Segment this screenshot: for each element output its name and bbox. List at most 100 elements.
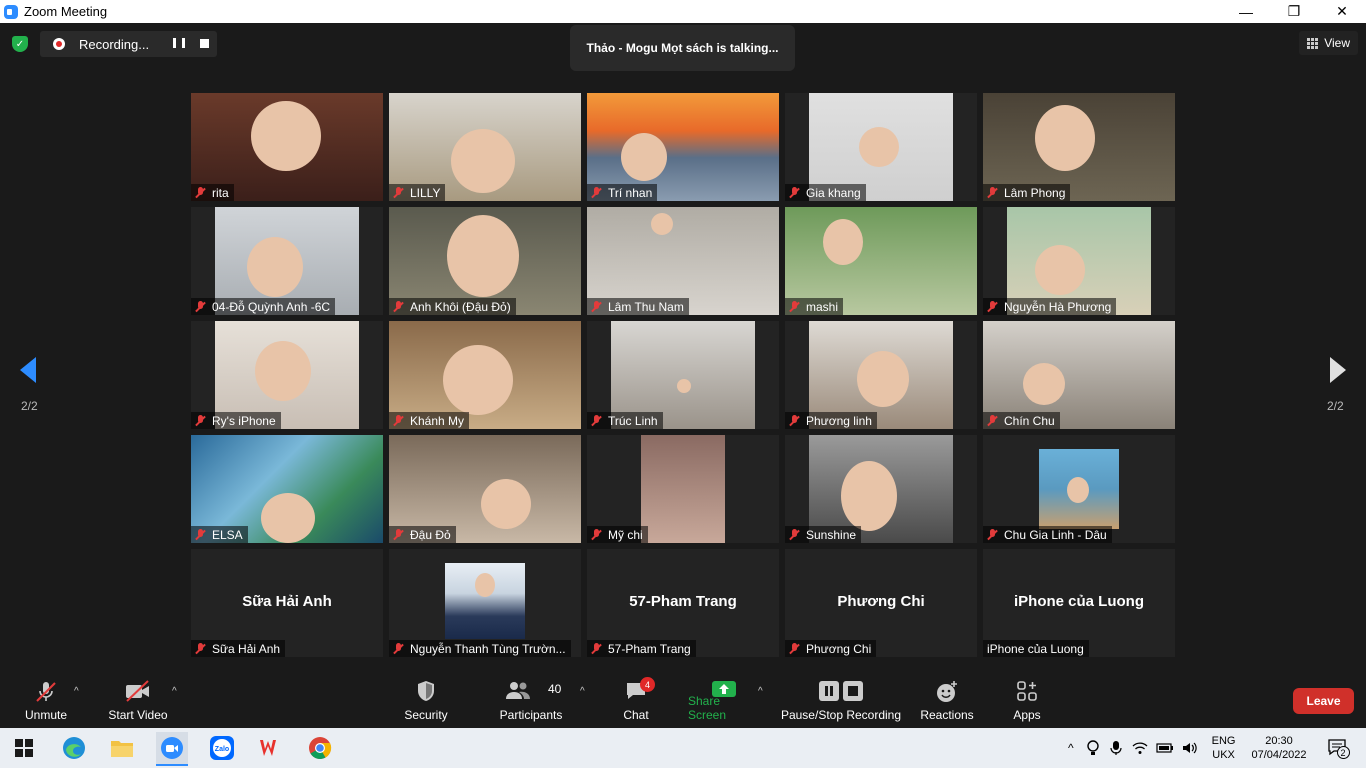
- participant-face: [1067, 477, 1089, 503]
- zoom-taskbar-icon[interactable]: [156, 732, 188, 766]
- close-button[interactable]: ✕: [1318, 0, 1366, 23]
- participant-face: [857, 351, 909, 407]
- participant-face: [1035, 245, 1085, 295]
- share-screen-button[interactable]: Share Screen: [688, 674, 760, 728]
- participants-chevron-icon[interactable]: ^: [580, 686, 585, 697]
- pause-stop-recording-button[interactable]: Pause/Stop Recording: [780, 674, 902, 728]
- participant-tile[interactable]: Khánh My: [389, 321, 581, 429]
- participant-face: [677, 379, 691, 393]
- notification-center-icon[interactable]: 2: [1327, 738, 1350, 759]
- microphone-muted-icon: [36, 682, 56, 702]
- participant-tile[interactable]: Chín Chu: [983, 321, 1175, 429]
- participant-tile[interactable]: Ry's iPhone: [191, 321, 383, 429]
- share-options-chevron-icon[interactable]: ^: [758, 686, 763, 697]
- microphone-tray-icon[interactable]: [1110, 740, 1122, 756]
- start-video-label: Start Video: [108, 708, 168, 722]
- video-options-chevron-icon[interactable]: ^: [172, 686, 177, 697]
- stop-recording-icon[interactable]: [200, 39, 209, 48]
- participant-name-label: LILLY: [389, 184, 446, 201]
- participant-tile[interactable]: Anh Khôi (Đậu Đỏ): [389, 207, 581, 315]
- meeting-stage: ✓ Recording... Thảo - Mogu Mọt sách is t…: [0, 23, 1366, 674]
- participant-tile[interactable]: Sunshine: [785, 435, 977, 543]
- participant-tile[interactable]: Nguyễn Hà Phương: [983, 207, 1175, 315]
- participant-name-label: Anh Khôi (Đậu Đỏ): [389, 298, 516, 315]
- participant-name: Phương linh: [806, 413, 872, 428]
- participants-button[interactable]: 40 Participants: [498, 674, 564, 728]
- restore-button[interactable]: ❐: [1270, 0, 1318, 23]
- security-button[interactable]: Security: [398, 674, 454, 728]
- reactions-button[interactable]: Reactions: [918, 674, 976, 728]
- wps-office-icon[interactable]: [254, 732, 286, 764]
- muted-microphone-icon: [393, 529, 404, 540]
- participant-tile[interactable]: Lâm Thu Nam: [587, 207, 779, 315]
- participant-tile[interactable]: Sữa Hải Anh Sữa Hải Anh: [191, 549, 383, 657]
- participant-tile[interactable]: iPhone của Luong iPhone của Luong: [983, 549, 1175, 657]
- language-bottom: UKX: [1212, 749, 1235, 761]
- muted-microphone-icon: [195, 415, 206, 426]
- participant-name-label: Trúc Linh: [587, 412, 663, 429]
- audio-options-chevron-icon[interactable]: ^: [74, 686, 79, 697]
- participant-name: Chu Gia Linh - Dâu: [1004, 527, 1107, 542]
- apps-label: Apps: [1013, 708, 1041, 722]
- participant-tile[interactable]: Lâm Phong: [983, 93, 1175, 201]
- apps-icon: [1017, 681, 1037, 701]
- clock[interactable]: 20:30 07/04/2022: [1251, 734, 1306, 762]
- participant-name: iPhone của Luong: [987, 641, 1084, 656]
- clock-date: 07/04/2022: [1251, 749, 1307, 761]
- zalo-icon[interactable]: Zalo: [206, 732, 238, 764]
- participant-tile[interactable]: Trúc Linh: [587, 321, 779, 429]
- leave-button[interactable]: Leave: [1293, 688, 1354, 714]
- participant-face: [247, 237, 303, 297]
- file-explorer-icon[interactable]: [106, 732, 138, 764]
- start-video-button[interactable]: Start Video: [104, 674, 172, 728]
- view-button[interactable]: View: [1299, 31, 1358, 55]
- participant-tile[interactable]: Trí nhan: [587, 93, 779, 201]
- participant-name: Anh Khôi (Đậu Đỏ): [410, 299, 511, 314]
- previous-page-arrow-icon[interactable]: [20, 357, 36, 383]
- participant-tile[interactable]: Đậu Đỏ: [389, 435, 581, 543]
- chrome-browser-icon[interactable]: [304, 732, 336, 764]
- webcam-tray-icon[interactable]: [1086, 740, 1100, 756]
- apps-button[interactable]: Apps: [1006, 674, 1048, 728]
- participant-name: Lâm Phong: [1004, 185, 1066, 200]
- participant-tile[interactable]: mashi: [785, 207, 977, 315]
- chat-label: Chat: [623, 708, 649, 722]
- battery-tray-icon[interactable]: [1156, 742, 1174, 754]
- participant-tile[interactable]: Mỹ chi: [587, 435, 779, 543]
- participant-name-label: Lâm Phong: [983, 184, 1071, 201]
- participant-tile[interactable]: rita: [191, 93, 383, 201]
- participant-tile[interactable]: Phương Chi Phương Chi: [785, 549, 977, 657]
- recording-indicator: Recording...: [40, 31, 217, 57]
- language-indicator[interactable]: ENG UKX: [1212, 734, 1236, 762]
- show-hidden-icons-chevron-icon[interactable]: ^: [1068, 741, 1074, 755]
- muted-microphone-icon: [591, 301, 602, 312]
- participant-tile[interactable]: ELSA: [191, 435, 383, 543]
- participant-tile[interactable]: Chu Gia Linh - Dâu: [983, 435, 1175, 543]
- wifi-tray-icon[interactable]: [1132, 741, 1148, 755]
- participant-tile[interactable]: 04-Đỗ Quỳnh Anh -6C: [191, 207, 383, 315]
- participant-tile[interactable]: Nguyễn Thanh Tùng Trườn...: [389, 549, 581, 657]
- participant-name: Chín Chu: [1004, 413, 1055, 428]
- muted-microphone-icon: [789, 415, 800, 426]
- participant-name-label: mashi: [785, 298, 844, 315]
- unmute-button[interactable]: Unmute: [18, 674, 74, 728]
- pause-recording-icon[interactable]: [173, 38, 185, 50]
- edge-browser-icon[interactable]: [58, 732, 90, 764]
- participant-tile[interactable]: 57-Pham Trang 57-Pham Trang: [587, 549, 779, 657]
- participant-tile[interactable]: Phương linh: [785, 321, 977, 429]
- volume-tray-icon[interactable]: [1182, 741, 1198, 755]
- avatar-face: [475, 573, 495, 597]
- participant-tile[interactable]: Gia khang: [785, 93, 977, 201]
- participant-name: Phương Chi: [806, 641, 872, 656]
- chat-button[interactable]: 4 Chat: [614, 674, 658, 728]
- muted-microphone-icon: [195, 529, 206, 540]
- participant-tile[interactable]: LILLY: [389, 93, 581, 201]
- window-title: Zoom Meeting: [24, 4, 108, 19]
- minimize-button[interactable]: —: [1222, 0, 1270, 23]
- windows-start-icon[interactable]: [8, 732, 40, 764]
- participant-name: Trí nhan: [608, 185, 653, 200]
- next-page-arrow-icon[interactable]: [1330, 357, 1346, 383]
- muted-microphone-icon: [393, 187, 404, 198]
- share-screen-arrow-icon: [712, 681, 736, 697]
- encryption-shield-icon[interactable]: ✓: [12, 36, 28, 52]
